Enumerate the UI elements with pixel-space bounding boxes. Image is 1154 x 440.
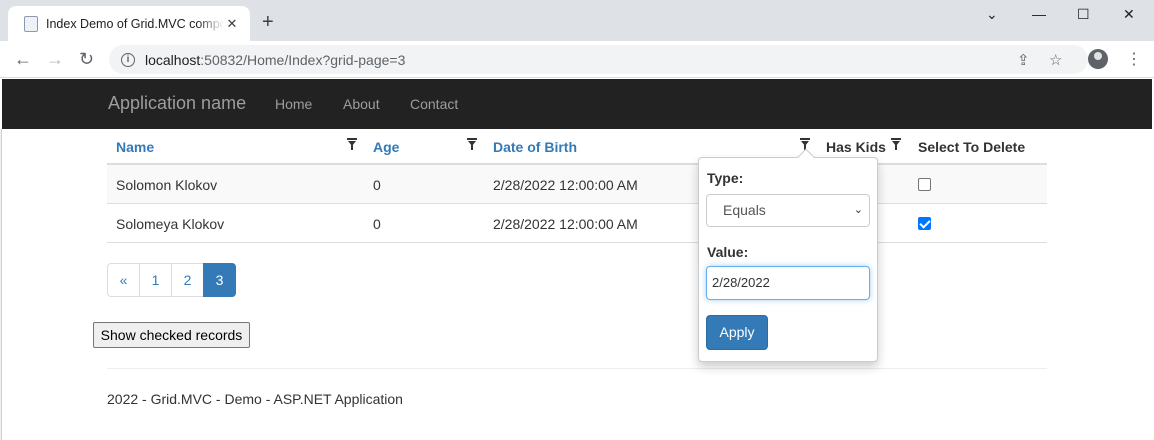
filter-type-value: Equals xyxy=(723,202,766,218)
browser-menu-icon[interactable]: ⋮ xyxy=(1126,49,1142,69)
profile-avatar-icon[interactable] xyxy=(1088,49,1108,69)
footer-divider xyxy=(107,368,1047,369)
has-kids-filter-icon[interactable] xyxy=(891,138,901,150)
select-checkbox[interactable] xyxy=(918,217,931,230)
back-icon[interactable]: ← xyxy=(14,49,32,69)
filter-type-select[interactable]: Equals ⌄ xyxy=(706,194,870,227)
page-1-button[interactable]: 1 xyxy=(139,263,172,297)
column-header-select: Select To Delete xyxy=(918,139,1026,155)
bookmark-star-icon[interactable]: ☆ xyxy=(1049,51,1062,69)
page-prev-button[interactable]: « xyxy=(107,263,140,297)
new-tab-icon[interactable]: + xyxy=(262,12,274,32)
cell-name: Solomon Klokov xyxy=(116,177,218,193)
show-checked-records-button[interactable]: Show checked records xyxy=(93,322,250,348)
browser-tab[interactable]: Index Demo of Grid.MVC component ✕ xyxy=(8,6,250,41)
page-favicon-icon xyxy=(24,15,38,32)
footer-text: 2022 - Grid.MVC - Demo - ASP.NET Applica… xyxy=(107,391,403,407)
forward-icon[interactable]: → xyxy=(46,49,64,69)
cell-dob: 2/28/2022 12:00:00 AM xyxy=(493,216,638,232)
dob-filter-popup: Type: Equals ⌄ Value: 2/28/2022 Apply xyxy=(698,148,878,362)
table-row: Solomeya Klokov 0 2/28/2022 12:00:00 AM xyxy=(107,204,1047,243)
close-window-icon[interactable]: ✕ xyxy=(1123,6,1135,23)
cell-age: 0 xyxy=(373,177,381,193)
page-2-button[interactable]: 2 xyxy=(171,263,204,297)
browser-tabstrip: Index Demo of Grid.MVC component ✕ + ⌄ —… xyxy=(0,0,1154,41)
chevron-down-icon: ⌄ xyxy=(853,204,863,216)
site-info-icon[interactable]: i xyxy=(121,52,135,67)
column-header-name[interactable]: Name xyxy=(116,139,154,155)
data-grid: Name Age Date of Birth Has Kids Select T… xyxy=(107,129,1047,243)
url-host: localhost xyxy=(145,51,201,68)
navbar-brand[interactable]: Application name xyxy=(108,93,246,114)
tab-title: Index Demo of Grid.MVC component xyxy=(46,16,224,31)
address-bar[interactable]: i localhost:50832/Home/Index?grid-page=3… xyxy=(109,45,1088,74)
reload-icon[interactable]: ↻ xyxy=(79,49,94,69)
site-navbar: Application name Home About Contact xyxy=(2,79,1152,129)
column-header-dob[interactable]: Date of Birth xyxy=(493,139,577,155)
tab-close-icon[interactable]: ✕ xyxy=(224,16,240,32)
name-filter-icon[interactable] xyxy=(347,138,357,150)
cell-dob: 2/28/2022 12:00:00 AM xyxy=(493,177,638,193)
nav-link-about[interactable]: About xyxy=(343,96,380,112)
pagination: « 1 2 3 xyxy=(107,263,236,297)
cell-name: Solomeya Klokov xyxy=(116,216,225,232)
filter-type-label: Type: xyxy=(707,170,744,186)
column-header-age[interactable]: Age xyxy=(373,139,399,155)
minimize-icon[interactable]: — xyxy=(1032,6,1046,22)
apply-filter-button[interactable]: Apply xyxy=(706,315,768,350)
nav-link-home[interactable]: Home xyxy=(275,96,312,112)
tab-search-icon[interactable]: ⌄ xyxy=(986,6,998,23)
maximize-icon[interactable]: ☐ xyxy=(1077,6,1090,23)
share-icon[interactable]: ⇪ xyxy=(1017,51,1030,69)
nav-link-contact[interactable]: Contact xyxy=(410,96,458,112)
table-row: Solomon Klokov 0 2/28/2022 12:00:00 AM xyxy=(107,165,1047,204)
column-header-has-kids: Has Kids xyxy=(826,139,886,155)
age-filter-icon[interactable] xyxy=(467,138,477,150)
select-checkbox[interactable] xyxy=(918,178,931,191)
window-edge xyxy=(0,129,2,440)
url-path: :50832/Home/Index?grid-page=3 xyxy=(200,51,406,68)
filter-value-input[interactable]: 2/28/2022 xyxy=(706,266,870,300)
page-3-button[interactable]: 3 xyxy=(203,263,236,297)
browser-toolbar: ← → ↻ i localhost:50832/Home/Index?grid-… xyxy=(0,41,1154,78)
cell-age: 0 xyxy=(373,216,381,232)
filter-value-label: Value: xyxy=(707,244,749,260)
grid-header-row: Name Age Date of Birth Has Kids Select T… xyxy=(107,129,1047,165)
